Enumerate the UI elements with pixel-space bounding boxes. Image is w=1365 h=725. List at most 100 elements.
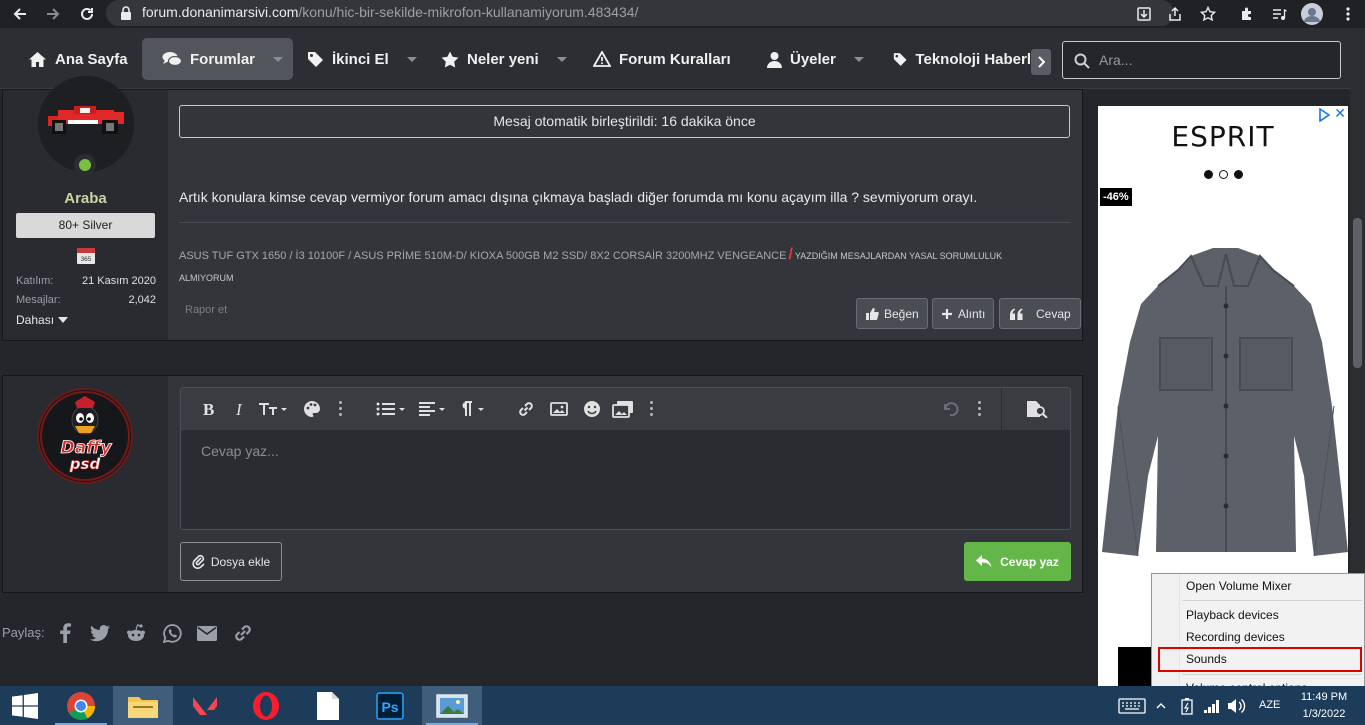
battery-icon[interactable]: [1177, 696, 1197, 716]
twitter-icon: [90, 624, 110, 641]
nav-forums[interactable]: Forumlar: [142, 38, 294, 80]
scrollbar-thumb[interactable]: [1353, 218, 1362, 368]
post-user-panel: Araba 80+ Silver 365 Katılım: 21 Kasım 2…: [3, 76, 168, 340]
reply-user-panel: Daffy psd: [3, 376, 168, 592]
profile-avatar[interactable]: [1300, 2, 1324, 26]
nav-members[interactable]: Üyeler: [767, 38, 864, 80]
arrow-right-icon: [47, 8, 60, 20]
volume-icon[interactable]: [1226, 696, 1246, 716]
install-button[interactable]: [1132, 2, 1156, 26]
network-icon[interactable]: [1202, 696, 1222, 716]
preview-button[interactable]: [1024, 399, 1050, 419]
share-whatsapp-button[interactable]: [160, 622, 184, 644]
toolbar-separator: [1001, 388, 1002, 430]
user-signature: ASUS TUF GTX 1650 / İ3 10100F / ASUS PRİ…: [179, 244, 1039, 289]
paragraph-icon: [462, 401, 484, 416]
browser-menu-button[interactable]: [1336, 2, 1360, 26]
reply-textarea[interactable]: [182, 431, 1069, 528]
more-options-icon[interactable]: [978, 401, 982, 417]
insert-link-button[interactable]: [515, 399, 537, 419]
ad-carousel-dots[interactable]: [1204, 170, 1243, 179]
forum-post: Araba 80+ Silver 365 Katılım: 21 Kasım 2…: [2, 76, 1083, 341]
forum-navigation: Ana Sayfa Forumlar İkinci El Neler yeni …: [0, 28, 1350, 89]
chevron-down-icon[interactable]: [556, 56, 567, 62]
taskbar-photoshop[interactable]: Ps: [360, 686, 420, 725]
taskbar-document[interactable]: [298, 686, 358, 725]
taskbar-valorant[interactable]: [175, 686, 235, 725]
install-icon: [1137, 7, 1151, 21]
clock-date[interactable]: 1/3/2022: [1299, 708, 1349, 720]
like-button[interactable]: Beğen: [856, 298, 928, 329]
share-email-button[interactable]: [195, 622, 219, 644]
font-size-button[interactable]: [257, 399, 291, 419]
share-link-button[interactable]: [231, 622, 255, 644]
start-button[interactable]: [0, 686, 50, 725]
ad-discount-badge: -46%: [1100, 188, 1132, 206]
text-color-button[interactable]: [301, 399, 323, 419]
quote-button[interactable]: Alıntı: [932, 298, 995, 329]
post-message: Artık konulara kimse cevap vermiyor foru…: [179, 189, 978, 205]
nav-second-hand[interactable]: İkinci El: [307, 38, 417, 80]
taskbar-opera[interactable]: [236, 686, 296, 725]
nav-tech-news[interactable]: Teknoloji Haberl: [893, 38, 1031, 80]
reload-button[interactable]: [75, 2, 99, 26]
windows-taskbar: Ps AZE 11:49 PM 1/3/2022: [0, 686, 1365, 725]
search-box[interactable]: [1062, 41, 1341, 79]
back-button[interactable]: [8, 2, 32, 26]
report-link[interactable]: Rapor et: [185, 304, 227, 316]
chevron-down-icon[interactable]: [853, 56, 864, 62]
paragraph-button[interactable]: [456, 399, 490, 419]
submit-reply-button[interactable]: Cevap yaz: [964, 542, 1071, 581]
tag-icon: [893, 52, 907, 66]
insert-media-button[interactable]: [612, 399, 634, 419]
username[interactable]: Araba: [3, 190, 168, 207]
input-language[interactable]: AZE: [1259, 699, 1280, 711]
share-twitter-button[interactable]: [88, 622, 112, 644]
comments-icon: [162, 51, 182, 66]
nav-scroll-right-button[interactable]: [1031, 49, 1051, 75]
taskbar-photos[interactable]: [422, 686, 482, 725]
menu-item-playback-devices[interactable]: Playback devices: [1186, 608, 1279, 622]
nav-home[interactable]: Ana Sayfa: [28, 38, 128, 80]
list-button[interactable]: [375, 399, 409, 419]
media-button[interactable]: [1267, 2, 1291, 26]
more-text-options-icon[interactable]: [339, 401, 343, 417]
insert-image-button[interactable]: [548, 399, 570, 419]
extensions-button[interactable]: [1235, 2, 1259, 26]
share-facebook-button[interactable]: [53, 622, 77, 644]
nav-rules[interactable]: Forum Kuralları: [593, 38, 731, 80]
chevron-down-icon[interactable]: [273, 56, 284, 62]
reply-button[interactable]: Cevap: [999, 298, 1081, 329]
search-input[interactable]: [1099, 42, 1329, 78]
show-hidden-icons-button[interactable]: [1155, 696, 1167, 716]
nav-forums-label: Forumlar: [190, 50, 256, 68]
chevron-down-icon[interactable]: [406, 56, 417, 62]
nav-whats-new-label: Neler yeni: [467, 50, 539, 68]
taskbar-file-explorer[interactable]: [113, 686, 173, 725]
undo-button[interactable]: [939, 399, 961, 419]
user-rank-badge: 80+ Silver: [16, 213, 155, 238]
more-insert-options-icon[interactable]: [650, 401, 654, 417]
nav-home-label: Ana Sayfa: [55, 50, 128, 68]
align-button[interactable]: [417, 399, 451, 419]
forward-button[interactable]: [41, 2, 65, 26]
user-more-dropdown[interactable]: Dahası: [16, 313, 69, 327]
menu-item-recording-devices[interactable]: Recording devices: [1186, 630, 1285, 644]
taskbar-chrome[interactable]: [51, 686, 111, 725]
align-left-icon: [419, 402, 445, 416]
menu-item-open-volume-mixer[interactable]: Open Volume Mixer: [1186, 579, 1291, 593]
share-page-button[interactable]: [1163, 2, 1187, 26]
clock-time[interactable]: 11:49 PM: [1299, 691, 1349, 703]
touch-keyboard-button[interactable]: [1117, 696, 1147, 716]
current-user-avatar[interactable]: Daffy psd: [37, 388, 133, 484]
share-reddit-button[interactable]: [124, 622, 148, 644]
bookmark-button[interactable]: [1196, 2, 1220, 26]
stat-messages-key: Mesajlar:: [16, 294, 61, 306]
bold-button[interactable]: B: [198, 399, 220, 419]
url-text[interactable]: forum.donanimarsivi.com/konu/hic-bir-sek…: [142, 4, 638, 20]
nav-whats-new[interactable]: Neler yeni: [441, 38, 567, 80]
attach-file-button[interactable]: Dosya ekle: [180, 542, 282, 581]
italic-button[interactable]: I: [229, 399, 251, 419]
insert-emoji-button[interactable]: [581, 399, 603, 419]
ad-thumbnail[interactable]: [1118, 647, 1154, 686]
